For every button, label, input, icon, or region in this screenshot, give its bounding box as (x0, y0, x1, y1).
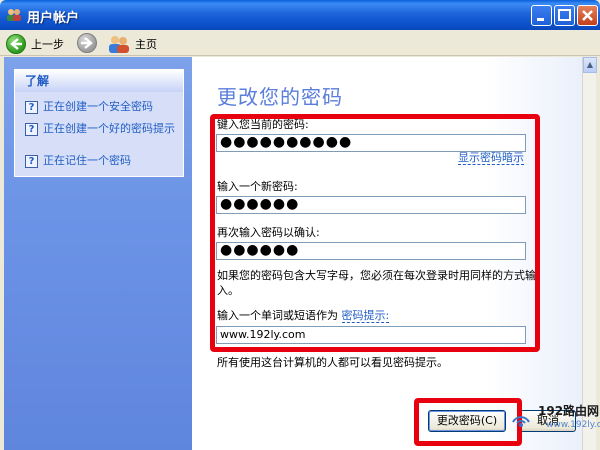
sidebar-item-label: 正在记住一个密码 (43, 154, 131, 167)
title-bar: 用户帐户 (0, 0, 600, 30)
password-hint-link[interactable]: 密码提示: (341, 309, 390, 323)
back-arrow-icon (6, 33, 26, 54)
sidebar-item-label: 正在创建一个好的密码提示 (43, 122, 175, 135)
sidebar-item-remember-password[interactable]: ? 正在记住一个密码 (25, 154, 183, 168)
scroll-up-icon[interactable]: ▲ (583, 57, 597, 73)
change-password-button[interactable]: 更改密码(C) (428, 410, 506, 432)
case-sensitivity-note: 如果您的密码包含大写字母，您必须在每次登录时用同样的方式输入。 (217, 269, 536, 297)
current-password-input[interactable]: ●●●●●●●●●● (216, 134, 526, 152)
vertical-scrollbar[interactable]: ▲ (582, 57, 597, 450)
cancel-button[interactable]: 取消 (520, 410, 576, 432)
main-area: 了解 ? 正在创建一个安全密码 ? 正在创建一个好的密码提示 ? 正在记住一个密… (4, 57, 596, 450)
sidebar-item-label: 正在创建一个安全密码 (43, 100, 153, 113)
password-hint-label: 输入一个单词或短语作为 密码提示: (217, 307, 390, 323)
help-icon: ? (25, 123, 38, 136)
help-icon: ? (25, 155, 38, 168)
confirm-password-label: 再次输入密码以确认: (217, 226, 320, 239)
minimize-button[interactable] (531, 5, 552, 26)
content-pane: 更改您的密码 键入您当前的密码: ●●●●●●●●●● 显示密码暗示 输入一个新… (192, 57, 582, 450)
password-hint-input[interactable]: www.192ly.com (216, 326, 526, 344)
minimize-icon (537, 18, 544, 21)
close-icon (582, 10, 593, 21)
hint-visibility-note: 所有使用这台计算机的人都可以看见密码提示。 (217, 356, 448, 369)
close-button[interactable] (577, 5, 598, 26)
show-hint-link[interactable]: 显示密码暗示 (458, 151, 524, 165)
back-button[interactable]: 上一步 (6, 33, 64, 54)
page-title: 更改您的密码 (217, 85, 343, 109)
learn-heading: 了解 (15, 70, 183, 92)
users-home-icon (109, 35, 129, 53)
back-label: 上一步 (31, 37, 64, 51)
window-title: 用户帐户 (27, 11, 80, 26)
sidebar-item-secure-password[interactable]: ? 正在创建一个安全密码 (25, 100, 183, 114)
new-password-input[interactable]: ●●●●●● (216, 196, 526, 214)
learn-about-panel: 了解 ? 正在创建一个安全密码 ? 正在创建一个好的密码提示 ? 正在记住一个密… (14, 69, 184, 177)
home-button[interactable]: 主页 (108, 33, 157, 54)
task-pane: 了解 ? 正在创建一个安全密码 ? 正在创建一个好的密码提示 ? 正在记住一个密… (4, 57, 192, 450)
forward-button[interactable] (77, 33, 97, 53)
maximize-icon (558, 9, 571, 21)
confirm-password-input[interactable]: ●●●●●● (216, 242, 526, 260)
new-password-label: 输入一个新密码: (217, 180, 298, 193)
users-icon (7, 9, 21, 21)
maximize-button[interactable] (554, 5, 575, 26)
home-label: 主页 (135, 37, 157, 51)
toolbar: 上一步 主页 (0, 30, 600, 56)
help-icon: ? (25, 101, 38, 114)
sidebar-item-good-hint[interactable]: ? 正在创建一个好的密码提示 (25, 122, 183, 136)
current-password-label: 键入您当前的密码: (217, 118, 309, 131)
hint-label-prefix: 输入一个单词或短语作为 (217, 309, 338, 322)
forward-arrow-icon (81, 37, 93, 49)
